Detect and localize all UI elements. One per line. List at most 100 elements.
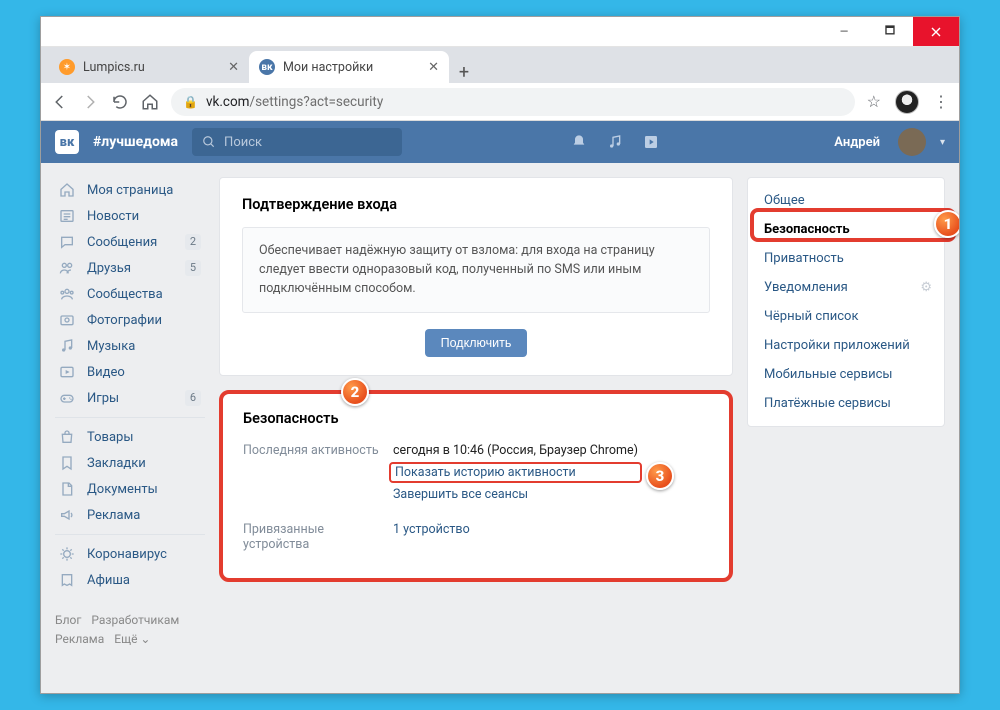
sidebar-item[interactable]: Моя страница xyxy=(55,177,205,203)
browser-tab[interactable]: вк Мои настройки ✕ xyxy=(249,51,449,83)
search-placeholder: Поиск xyxy=(224,135,262,150)
sidebar-item[interactable]: Сообщества xyxy=(55,281,205,307)
sidebar-item-label: Коронавирус xyxy=(87,547,167,562)
back-icon[interactable] xyxy=(51,93,69,111)
browser-window: — 🗖 ✶ Lumpics.ru ✕ вк Мои настройки ✕ + … xyxy=(40,16,960,694)
vk-username[interactable]: Андрей xyxy=(834,135,880,150)
settings-nav-item[interactable]: Платёжные сервисы xyxy=(748,389,944,418)
music-icon[interactable] xyxy=(607,134,623,150)
settings-nav-item[interactable]: Уведомления⚙ xyxy=(748,273,944,302)
afisha-icon xyxy=(59,572,77,588)
login-confirmation-card: Подтверждение входа Обеспечивает надёжну… xyxy=(219,177,733,376)
left-sidebar: Моя страница Новости Сообщения 2 Друзья 5 Сооб… xyxy=(55,177,205,693)
friends-icon xyxy=(59,260,77,276)
sidebar-item[interactable]: Документы xyxy=(55,476,205,502)
sidebar-item[interactable]: Коронавирус xyxy=(55,541,205,567)
sidebar-item[interactable]: Товары xyxy=(55,424,205,450)
photo-icon xyxy=(59,312,77,328)
bookmark-icon xyxy=(59,455,77,471)
new-tab-button[interactable]: + xyxy=(449,62,479,83)
notifications-icon[interactable] xyxy=(571,134,587,150)
settings-nav-item[interactable]: Чёрный список xyxy=(748,302,944,331)
games-icon xyxy=(59,390,77,406)
close-icon[interactable]: ✕ xyxy=(228,60,239,75)
home-icon[interactable] xyxy=(141,93,159,111)
window-minimize-button[interactable]: — xyxy=(821,17,867,46)
sidebar-item-label: Закладки xyxy=(87,456,146,471)
sidebar-item[interactable]: Видео xyxy=(55,359,205,385)
vk-header: вк #лучшедома Поиск Андрей ▾ xyxy=(41,121,959,163)
tab-title: Мои настройки xyxy=(283,60,420,75)
settings-nav-item[interactable]: Безопасность xyxy=(748,215,944,244)
info-box: Обеспечивает надёжную защиту от взлома: … xyxy=(242,227,710,313)
sidebar-item[interactable]: Друзья 5 xyxy=(55,255,205,281)
sidebar-item[interactable]: Афиша xyxy=(55,567,205,593)
sidebar-item[interactable]: Игры 6 xyxy=(55,385,205,411)
lock-icon: 🔒 xyxy=(183,95,198,109)
settings-nav-item[interactable]: Мобильные сервисы xyxy=(748,360,944,389)
settings-nav-item[interactable]: Приватность xyxy=(748,244,944,273)
sidebar-item-label: Афиша xyxy=(87,573,130,588)
sidebar-item-label: Игры xyxy=(87,391,119,406)
docs-icon xyxy=(59,481,77,497)
vk-search-input[interactable]: Поиск xyxy=(192,128,402,156)
main-column: Подтверждение входа Обеспечивает надёжну… xyxy=(219,177,733,693)
home-icon xyxy=(59,182,77,198)
window-close-button[interactable] xyxy=(913,17,959,46)
chevron-down-icon[interactable]: ▾ xyxy=(940,137,945,148)
count-badge: 2 xyxy=(185,234,201,250)
sidebar-item[interactable]: Сообщения 2 xyxy=(55,229,205,255)
play-icon[interactable] xyxy=(643,134,659,150)
page-content: вк #лучшедома Поиск Андрей ▾ Моя страниц… xyxy=(41,121,959,693)
footer-link[interactable]: Ещё ⌄ xyxy=(114,632,150,646)
count-badge: 6 xyxy=(185,390,201,406)
vk-logo[interactable]: вк xyxy=(55,130,79,154)
market-icon xyxy=(59,429,77,445)
last-activity-value: сегодня в 10:46 (Россия, Браузер Chrome) xyxy=(393,443,638,458)
footer-links: Блог Разработчикам Реклама Ещё ⌄ xyxy=(55,611,205,649)
browser-tab[interactable]: ✶ Lumpics.ru ✕ xyxy=(49,51,249,83)
vk-user-avatar[interactable] xyxy=(898,128,926,156)
sidebar-item-label: Сообщения xyxy=(87,235,157,250)
sidebar-item[interactable]: Новости xyxy=(55,203,205,229)
virus-icon xyxy=(59,546,77,562)
gear-icon[interactable]: ⚙ xyxy=(920,280,932,295)
settings-nav-item[interactable]: Настройки приложений xyxy=(748,331,944,360)
sidebar-item[interactable]: Реклама xyxy=(55,502,205,528)
groups-icon xyxy=(59,286,77,302)
footer-link[interactable]: Блог xyxy=(55,613,81,627)
kebab-menu-icon[interactable]: ⋮ xyxy=(933,92,949,111)
sidebar-item[interactable]: Закладки xyxy=(55,450,205,476)
address-bar[interactable]: 🔒 vk.com/settings?act=security xyxy=(171,88,855,116)
favicon-lumpics: ✶ xyxy=(59,59,75,75)
tab-title: Lumpics.ru xyxy=(83,60,220,75)
vk-hashtag[interactable]: #лучшедома xyxy=(93,134,178,150)
show-activity-history-link[interactable]: Показать историю активности 3 xyxy=(389,462,642,483)
reload-icon[interactable] xyxy=(111,93,129,111)
star-icon[interactable]: ☆ xyxy=(867,92,881,111)
end-all-sessions-link[interactable]: Завершить все сеансы xyxy=(393,487,638,502)
forward-icon[interactable] xyxy=(81,93,99,111)
settings-nav-item[interactable]: Общее xyxy=(748,186,944,215)
footer-link[interactable]: Реклама xyxy=(55,632,104,646)
sidebar-item-label: Друзья xyxy=(87,261,131,276)
sidebar-item[interactable]: Музыка xyxy=(55,333,205,359)
sidebar-item-label: Видео xyxy=(87,365,125,380)
linked-devices-link[interactable]: 1 устройство xyxy=(393,522,470,537)
separator xyxy=(55,534,205,535)
window-maximize-button[interactable]: 🗖 xyxy=(867,17,913,46)
sidebar-item[interactable]: Фотографии xyxy=(55,307,205,333)
sidebar-item-label: Реклама xyxy=(87,508,140,523)
close-icon[interactable]: ✕ xyxy=(428,60,439,75)
count-badge: 5 xyxy=(185,260,201,276)
enable-2fa-button[interactable]: Подключить xyxy=(425,329,528,357)
sidebar-item-label: Моя страница xyxy=(87,183,173,198)
browser-tabstrip: ✶ Lumpics.ru ✕ вк Мои настройки ✕ + xyxy=(41,47,959,83)
news-icon xyxy=(59,208,77,224)
security-card: 2 Безопасность Последняя активность сего… xyxy=(219,390,733,582)
footer-link[interactable]: Разработчикам xyxy=(91,613,179,627)
profile-avatar[interactable] xyxy=(895,90,919,114)
sidebar-item-label: Музыка xyxy=(87,339,135,354)
callout-badge-3: 3 xyxy=(646,462,674,490)
msg-icon xyxy=(59,234,77,250)
